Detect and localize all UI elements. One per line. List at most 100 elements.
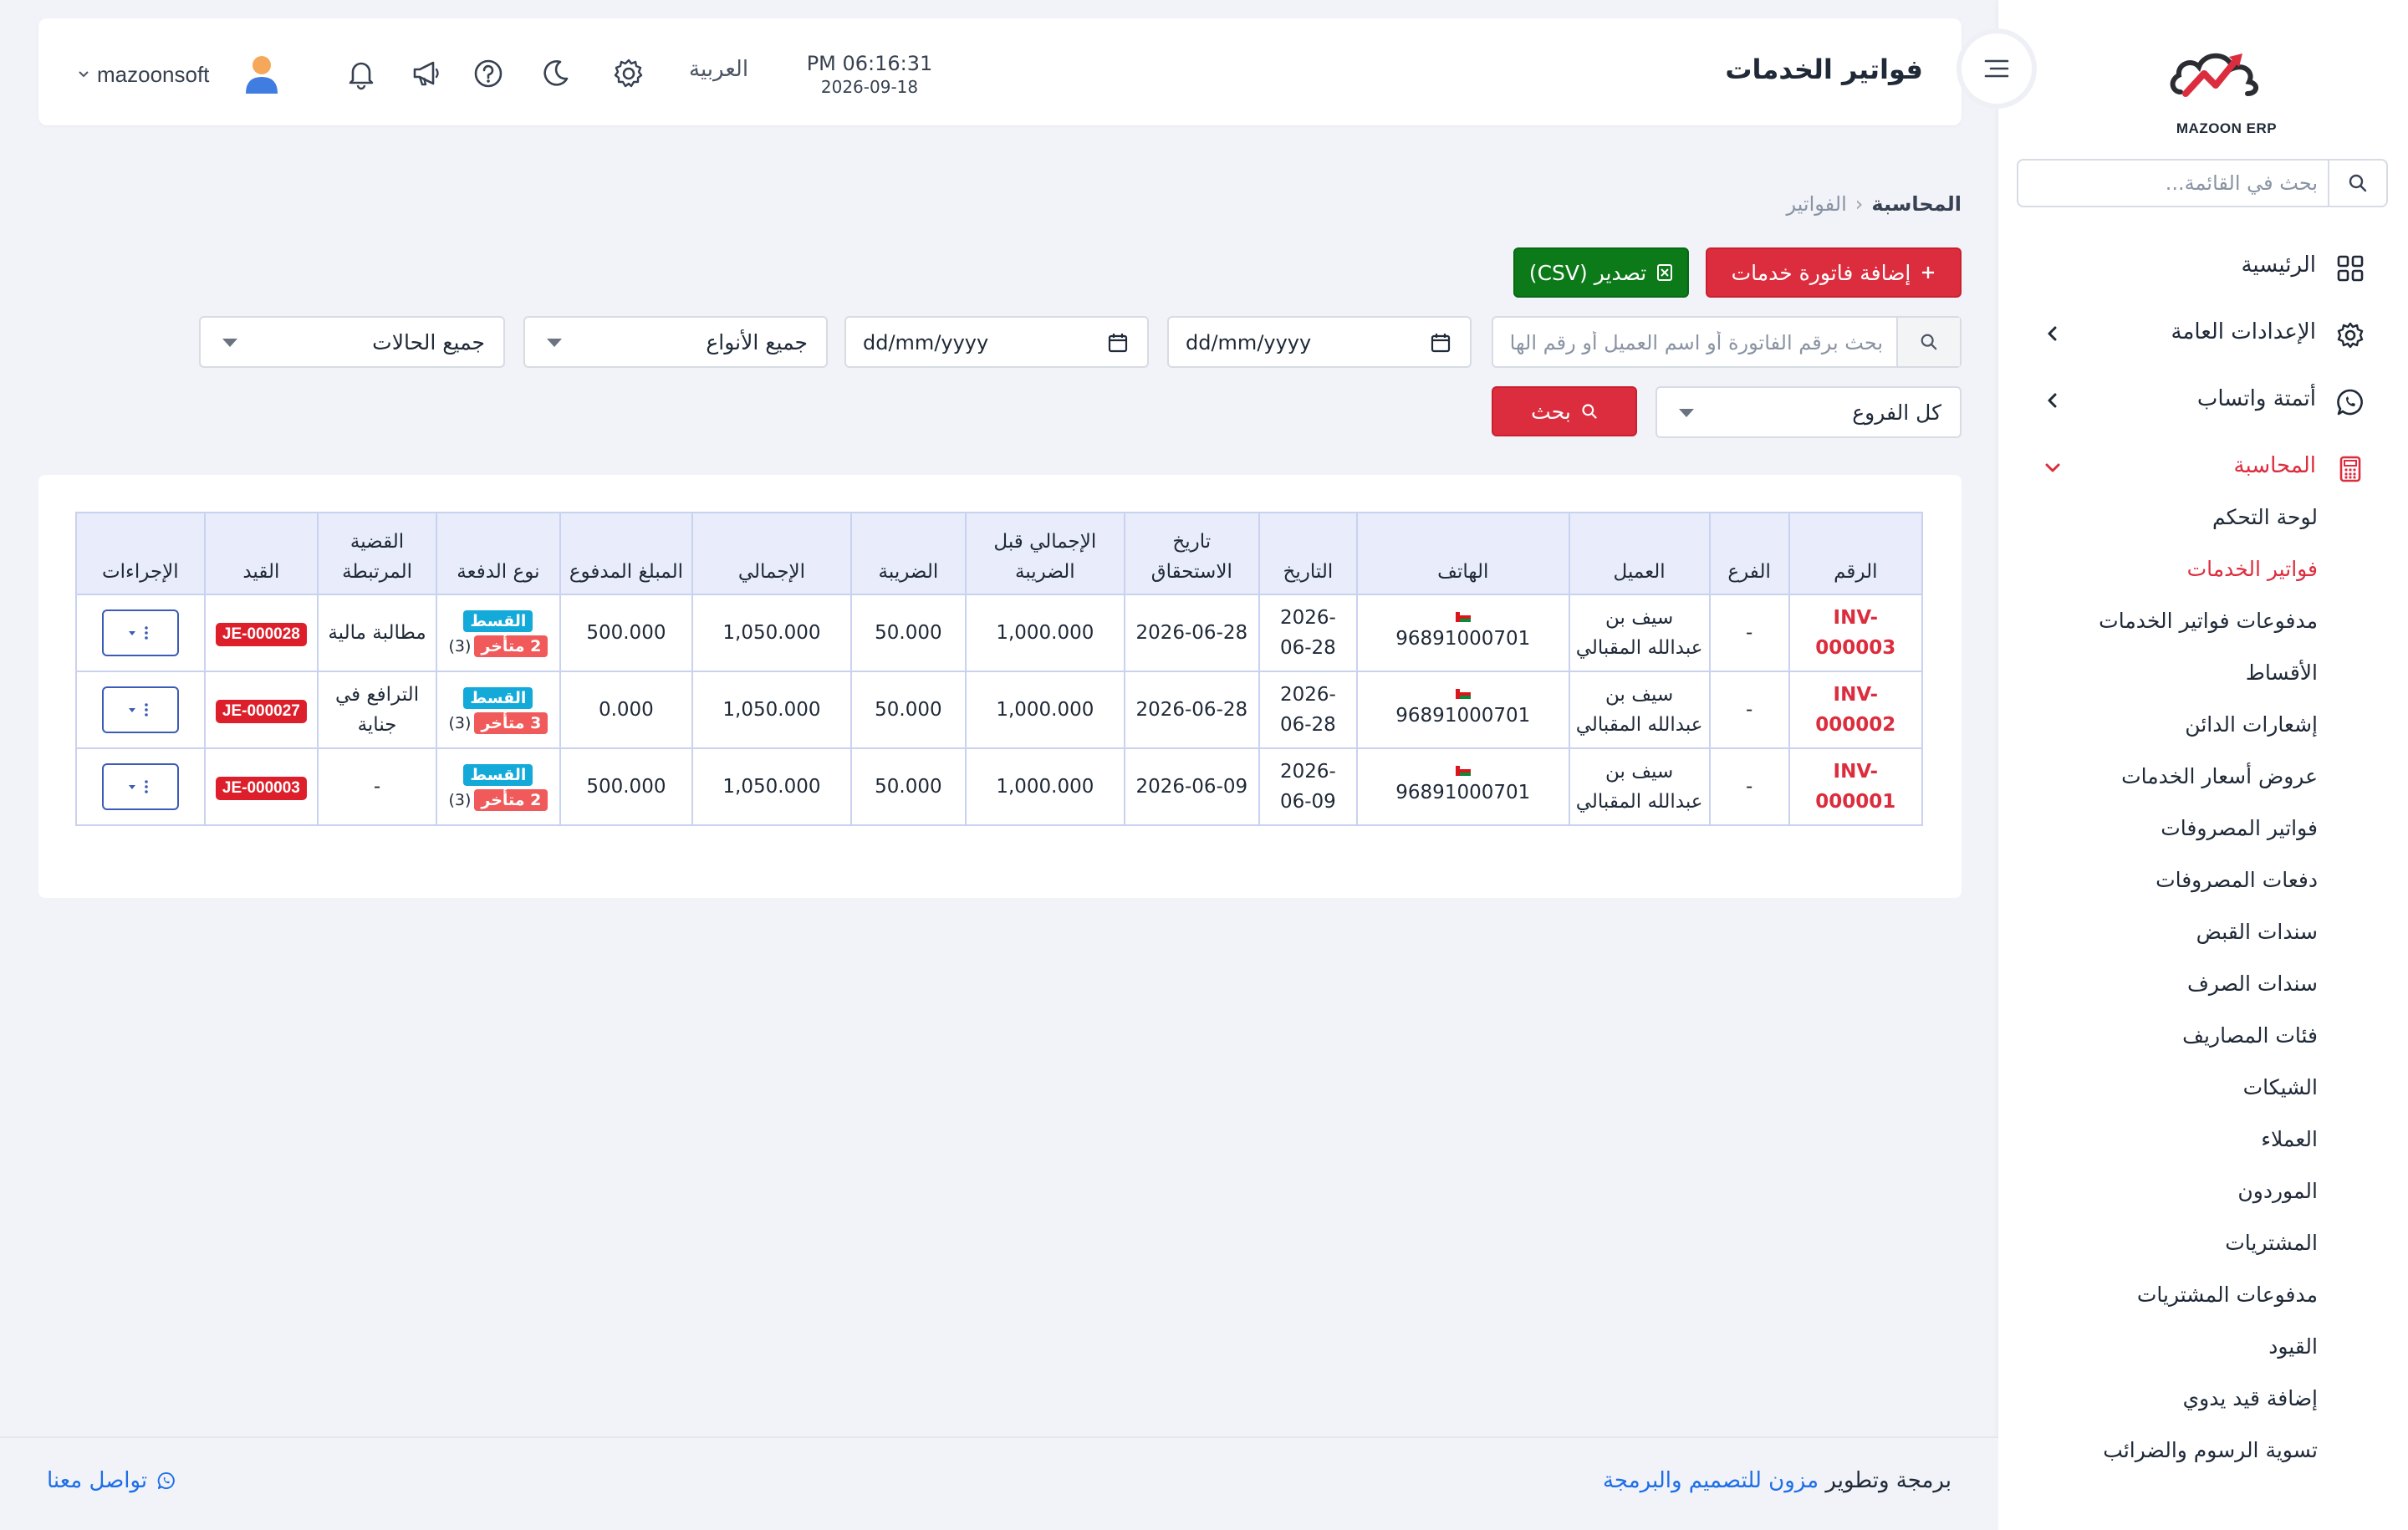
moon-icon[interactable] xyxy=(537,55,574,92)
search-button[interactable]: بحث xyxy=(1492,386,1637,436)
breadcrumb-separator-icon: ‹ xyxy=(1854,192,1864,216)
paid-cell: 500.000 xyxy=(559,594,693,672)
caret-down-icon xyxy=(1679,409,1694,417)
breadcrumb-current: الفواتير xyxy=(1786,192,1847,216)
submenu-item-purchases[interactable]: المشتريات xyxy=(1998,1219,2408,1271)
col-due-date: تاريخ الاستحقاق xyxy=(1123,512,1260,595)
invoice-number[interactable]: INV-000002 xyxy=(1788,671,1924,749)
submenu-item-installments[interactable]: الأقساط xyxy=(1998,649,2408,701)
date-from-field[interactable]: dd/mm/yyyy xyxy=(1167,316,1472,368)
row-actions-dropdown[interactable] xyxy=(101,763,179,810)
actions-cell xyxy=(75,671,206,749)
payment-type-cell: القسط 2 متأخر(3) xyxy=(436,594,561,672)
submenu-item-clients[interactable]: العملاء xyxy=(1998,1115,2408,1167)
search-icon xyxy=(1896,318,1960,366)
tax-cell: 50.000 xyxy=(849,594,967,672)
submenu-item-expense-invoices[interactable]: فواتير المصروفات xyxy=(1998,804,2408,856)
col-phone: الهاتف xyxy=(1355,512,1570,595)
whatsapp-icon xyxy=(2337,389,2363,416)
table-row: INV-000002 - سيف بن عبدالله المقبالي 968… xyxy=(75,671,1924,749)
invoice-number[interactable]: INV-000003 xyxy=(1788,594,1924,672)
caret-down-icon xyxy=(547,339,562,347)
journal-entry-badge[interactable]: JE-000003 xyxy=(215,777,307,800)
help-icon[interactable] xyxy=(470,55,507,92)
breadcrumb-root[interactable]: المحاسبة xyxy=(1871,192,1962,216)
settings-gear-icon[interactable] xyxy=(610,55,647,92)
add-invoice-button[interactable]: إضافة فاتورة خدمات xyxy=(1706,247,1962,298)
status-select[interactable]: جميع الحالات xyxy=(199,316,505,368)
plus-icon xyxy=(1921,265,1936,280)
footer-company-link[interactable]: مزون للتصميم والبرمجة xyxy=(1603,1468,1819,1493)
user-menu[interactable]: mazoonsoft xyxy=(77,54,281,95)
subtotal-cell: 1,000.000 xyxy=(964,594,1125,672)
submenu-item-receipt-vouchers[interactable]: سندات القبض xyxy=(1998,908,2408,960)
logo-text: MAZOON ERP xyxy=(2176,120,2278,136)
overdue-badge: 2 متأخر xyxy=(474,788,548,811)
submenu-item-cheques[interactable]: الشيكات xyxy=(1998,1063,2408,1115)
date-to-field[interactable]: dd/mm/yyyy xyxy=(844,316,1149,368)
megaphone-icon[interactable] xyxy=(408,55,445,92)
footer-prefix: برمجة وتطوير xyxy=(1825,1468,1951,1493)
invoice-search-input[interactable] xyxy=(1508,326,1885,360)
sidebar-item-home[interactable]: الرئيسية xyxy=(1998,234,2408,301)
logo-mark-icon xyxy=(2170,53,2258,97)
submenu-label: العملاء xyxy=(2261,1127,2318,1151)
invoice-number[interactable]: INV-000001 xyxy=(1788,747,1924,826)
type-select[interactable]: جميع الأنواع xyxy=(523,316,828,368)
submenu-label: سندات القبض xyxy=(2196,920,2318,944)
add-invoice-label: إضافة فاتورة خدمات xyxy=(1731,260,1911,285)
sidebar-search-input[interactable] xyxy=(2035,167,2319,199)
submenu-label: الشيكات xyxy=(2242,1075,2318,1099)
journal-entry-badge[interactable]: JE-000028 xyxy=(215,623,307,646)
sidebar-toggle-button[interactable] xyxy=(1962,33,2032,104)
submenu-item-credit-notes[interactable]: إشعارات الدائن xyxy=(1998,701,2408,752)
installment-badge: القسط xyxy=(463,763,533,786)
chevron-left-icon xyxy=(2048,326,2057,341)
clock: PM 06:16:31 2026-09-18 xyxy=(794,52,945,97)
export-csv-button[interactable]: تصدير (CSV) xyxy=(1513,247,1689,298)
calendar-icon[interactable] xyxy=(1107,332,1129,354)
search-icon[interactable] xyxy=(2328,161,2386,206)
journal-entry-badge[interactable]: JE-000027 xyxy=(215,700,307,723)
sidebar-item-settings[interactable]: الإعدادات العامة xyxy=(1998,301,2408,368)
submenu-label: الأقساط xyxy=(2245,660,2318,685)
branch-select[interactable]: كل الفروع xyxy=(1656,386,1962,438)
submenu-item-invoice-payments[interactable]: مدفوعات فواتير الخدمات xyxy=(1998,597,2408,649)
submenu-item-manual-entry[interactable]: إضافة قيد يدوي xyxy=(1998,1374,2408,1426)
sidebar-item-accounting[interactable]: المحاسبة xyxy=(1998,435,2408,502)
submenu-item-journal-entries[interactable]: القيود xyxy=(1998,1323,2408,1374)
submenu-item-fees-taxes[interactable]: تسوية الرسوم والضرائب xyxy=(1998,1426,2408,1478)
brand-logo[interactable]: MAZOON ERP xyxy=(2155,33,2298,136)
date-to-value: dd/mm/yyyy xyxy=(863,331,989,354)
sidebar-item-whatsapp[interactable]: أتمتة واتساب xyxy=(1998,368,2408,435)
submenu-item-service-invoices[interactable]: فواتير الخدمات xyxy=(1998,545,2408,597)
subtotal-cell: 1,000.000 xyxy=(964,671,1125,749)
due-date-cell: 2026-06-28 xyxy=(1123,594,1260,672)
footer-credit: برمجة وتطوير مزون للتصميم والبرمجة xyxy=(1603,1468,1951,1493)
submenu-label: سندات الصرف xyxy=(2187,972,2318,996)
row-actions-dropdown[interactable] xyxy=(101,686,179,733)
username: mazoonsoft xyxy=(97,61,210,87)
branch-select-value: كل الفروع xyxy=(1852,400,1941,425)
sidebar-item-label: أتمتة واتساب xyxy=(2196,386,2316,411)
row-actions-dropdown[interactable] xyxy=(101,609,179,656)
submenu-label: عروض أسعار الخدمات xyxy=(2121,764,2318,788)
submenu-item-quotations[interactable]: عروض أسعار الخدمات xyxy=(1998,752,2408,804)
total-cell: 1,050.000 xyxy=(691,747,852,826)
breadcrumb: المحاسبة ‹ الفواتير xyxy=(1786,192,1962,216)
total-cell: 1,050.000 xyxy=(691,671,852,749)
date-cell: 2026-06-28 xyxy=(1258,671,1358,749)
submenu-item-payment-vouchers[interactable]: سندات الصرف xyxy=(1998,960,2408,1012)
submenu-item-suppliers[interactable]: الموردون xyxy=(1998,1167,2408,1219)
submenu-item-purchase-payments[interactable]: مدفوعات المشتريات xyxy=(1998,1271,2408,1323)
language-switch[interactable]: العربية xyxy=(689,57,748,82)
submenu-item-dashboard[interactable]: لوحة التحكم xyxy=(1998,493,2408,545)
submenu-item-expense-categories[interactable]: فئات المصاريف xyxy=(1998,1012,2408,1063)
bell-icon[interactable] xyxy=(343,55,380,92)
phone-cell: 96891000701 xyxy=(1355,671,1570,749)
calendar-icon[interactable] xyxy=(1430,332,1451,354)
submenu-item-expense-payments[interactable]: دفعات المصروفات xyxy=(1998,856,2408,908)
col-paid: المبلغ المدفوع xyxy=(559,512,693,595)
submenu-label: مدفوعات المشتريات xyxy=(2136,1283,2318,1307)
contact-us-link[interactable]: تواصل معنا xyxy=(47,1468,176,1493)
